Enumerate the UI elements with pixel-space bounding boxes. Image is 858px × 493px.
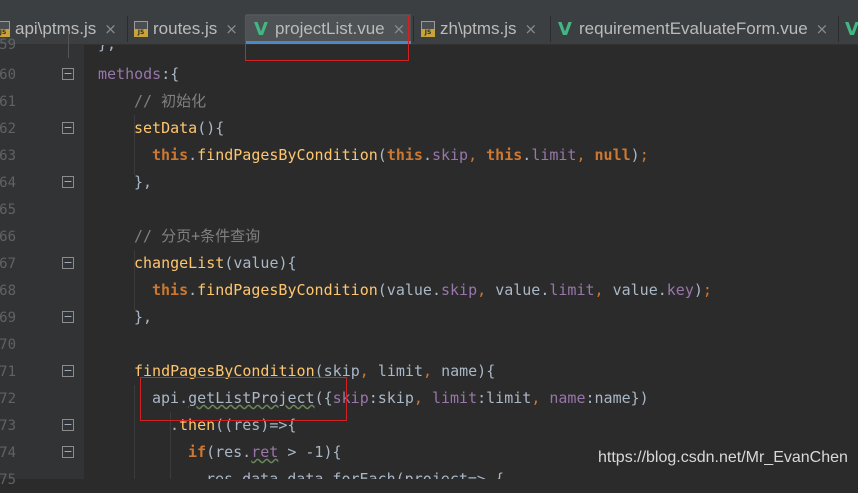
- close-icon[interactable]: ×: [525, 20, 538, 38]
- fold-collapse-icon[interactable]: −: [62, 419, 74, 431]
- code-editor[interactable]: }, methods:{ // 初始化 setData(){ this.find…: [84, 45, 858, 479]
- code-line: },: [134, 173, 153, 191]
- code-line: setData(){: [134, 119, 225, 137]
- line-number: 70: [0, 337, 16, 353]
- fold-collapse-icon[interactable]: −: [62, 257, 74, 269]
- fold-end-icon[interactable]: −: [62, 176, 74, 188]
- code-line: },: [134, 308, 153, 326]
- fold-collapse-icon[interactable]: −: [62, 68, 74, 80]
- fold-end-icon[interactable]: −: [62, 311, 74, 323]
- code-line: api.getListProject({skip:skip, limit:lim…: [152, 389, 649, 407]
- tab-routes-js[interactable]: JS routes.js ×: [134, 14, 238, 44]
- code-line: findPagesByCondition(skip, limit, name){: [134, 362, 496, 380]
- line-number: 72: [0, 391, 16, 407]
- code-line: .then((res)=>{: [170, 416, 297, 434]
- fold-collapse-icon[interactable]: −: [62, 446, 74, 458]
- tab-label: requirementEvaluateForm.vue: [579, 19, 808, 38]
- comment: // 分页+条件查询: [134, 227, 261, 245]
- js-file-icon: JS: [421, 21, 435, 37]
- vue-file-icon: V: [558, 18, 572, 40]
- line-number: 73: [0, 418, 16, 434]
- tab-label: projectList.vue: [275, 19, 385, 38]
- close-icon[interactable]: ×: [225, 20, 238, 38]
- close-icon[interactable]: ×: [816, 20, 829, 38]
- code-line: if(res.ret > -1){: [188, 443, 342, 461]
- code-line: // 分页+条件查询: [134, 223, 260, 250]
- tab-requirementevaluateform-vue[interactable]: V requirementEvaluateForm.vue ×: [558, 14, 828, 44]
- editor-tab-bar: JS api\ptms.js × JS routes.js × V projec…: [0, 0, 858, 45]
- line-number: 61: [0, 94, 16, 110]
- line-number: 66: [0, 229, 16, 245]
- comment: // 初始化: [134, 92, 207, 110]
- js-file-icon: JS: [134, 21, 148, 37]
- line-number: 62: [0, 121, 16, 137]
- line-number: 71: [0, 364, 16, 380]
- vue-file-icon: V: [845, 18, 858, 40]
- code-line: changeList(value){: [134, 254, 297, 272]
- code-line: this.findPagesByCondition(this.skip, thi…: [152, 146, 649, 164]
- fold-collapse-icon[interactable]: −: [62, 122, 74, 134]
- code-line: res.data.data.forEach(project=> {: [206, 470, 505, 479]
- line-number: 64: [0, 175, 16, 191]
- line-number: 59: [0, 37, 16, 53]
- tab-overflow[interactable]: V: [845, 14, 858, 44]
- code-line: this.findPagesByCondition(value.skip, va…: [152, 281, 712, 299]
- line-number-gutter: 59 60 − 61 62 − 63 64 − 65 66 67 − 68 69 − 70…: [0, 31, 84, 488]
- watermark: https://blog.csdn.net/Mr_EvanChen: [598, 449, 848, 466]
- code-line: // 初始化: [134, 88, 206, 115]
- code-line: },: [98, 45, 116, 58]
- line-number: 67: [0, 256, 16, 272]
- close-icon[interactable]: ×: [104, 20, 117, 38]
- tab-projectlist-vue[interactable]: V projectList.vue ×: [246, 14, 412, 44]
- line-number: 63: [0, 148, 16, 164]
- active-tab-underline: [246, 41, 412, 44]
- close-icon[interactable]: ×: [393, 20, 406, 38]
- code-line: methods:{: [98, 65, 180, 83]
- line-number: 74: [0, 445, 16, 461]
- line-number: 60: [0, 67, 16, 83]
- line-number: 75: [0, 472, 16, 488]
- fold-collapse-icon[interactable]: −: [62, 365, 74, 377]
- line-number: 69: [0, 310, 16, 326]
- tab-zh-ptms-js[interactable]: JS zh\ptms.js ×: [421, 14, 537, 44]
- line-number: 68: [0, 283, 16, 299]
- tab-label: zh\ptms.js: [440, 19, 517, 38]
- tab-label: routes.js: [153, 19, 218, 38]
- line-number: 65: [0, 202, 16, 218]
- vue-file-icon: V: [254, 18, 268, 40]
